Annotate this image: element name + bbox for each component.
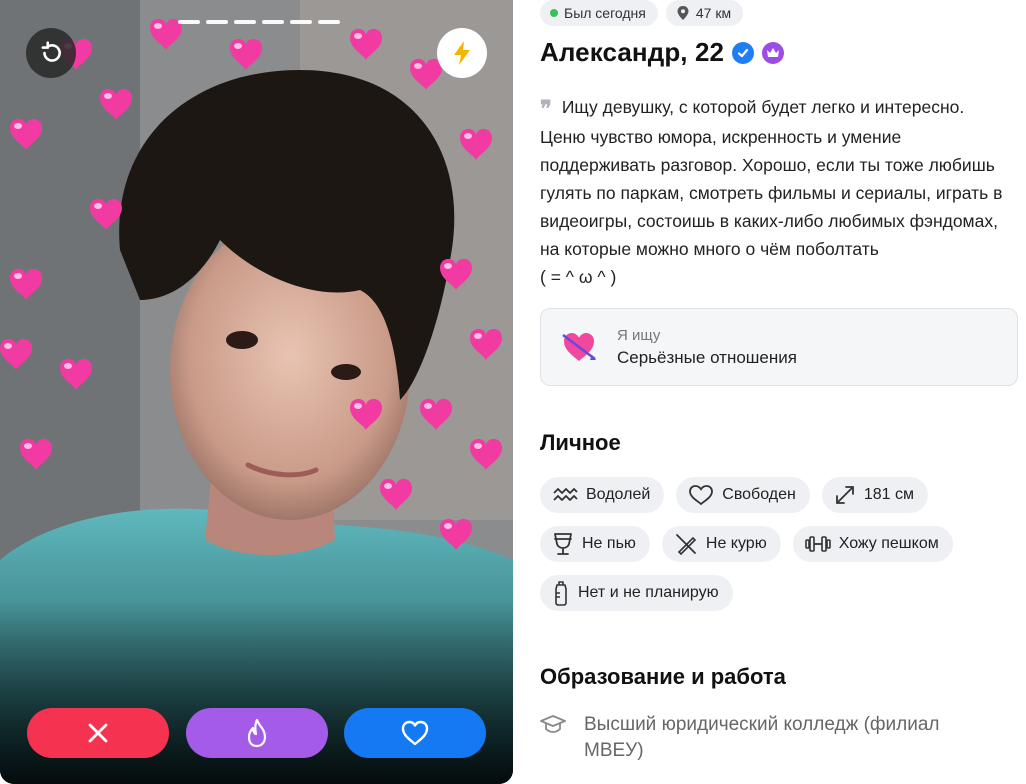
baby-bottle-icon	[555, 581, 567, 606]
bio-line: видеоигры, состоишь в каких-либо любимых…	[540, 211, 998, 231]
heart-arrow-icon	[562, 333, 596, 361]
bio: ❞ Ищу девушку, с которой будет легко и ин…	[540, 93, 1020, 291]
no-smoking-icon	[676, 534, 697, 556]
bio-line: гулять по паркам, смотреть фильмы и сери…	[540, 183, 1003, 203]
bio-line: ( = ^ ω ^ )	[540, 267, 617, 287]
photo-progress-segment[interactable]	[262, 20, 284, 24]
undo-icon	[41, 41, 61, 62]
close-icon	[88, 723, 108, 743]
tag-height: 181 см	[821, 477, 928, 513]
premium-crown-icon	[762, 41, 785, 64]
photo-progress-segment[interactable]	[206, 20, 228, 24]
tag-children: Нет и не планирую	[540, 575, 733, 611]
education-section-title: Образование и работа	[540, 664, 786, 689]
boost-button[interactable]	[437, 28, 487, 78]
undo-button[interactable]	[26, 28, 76, 78]
looking-for-title: Я ищу	[617, 326, 661, 344]
bio-line: ❞ Ищу девушку, с которой будет легко и ин…	[540, 96, 965, 121]
distance-text: 47 км	[695, 5, 732, 21]
last-seen-text: Был сегодня	[564, 5, 646, 21]
bio-line: Ценю чувство юмора, искренность и умение	[540, 127, 902, 147]
superlike-button[interactable]	[186, 708, 328, 758]
heart-outline-icon	[689, 485, 714, 506]
tag-alcohol: Не пью	[540, 526, 650, 562]
quote-icon: ❞	[540, 96, 552, 121]
heart-icon	[401, 720, 429, 746]
graduation-cap-icon	[540, 715, 566, 733]
profile-photo-card[interactable]	[0, 0, 513, 784]
tag-zodiac: Водолей	[540, 477, 665, 513]
flame-icon	[247, 718, 267, 748]
like-button[interactable]	[344, 708, 486, 758]
expand-arrows-icon	[835, 486, 854, 504]
last-seen-chip: Был сегодня	[540, 0, 658, 26]
photo-progress-segment[interactable]	[318, 20, 340, 24]
bio-line: на которые можно много о чём поболтать	[540, 239, 879, 259]
dumbbell-icon	[804, 536, 831, 552]
online-dot-icon	[550, 9, 558, 17]
bio-line: поддерживать разговор. Хорошо, если ты т…	[540, 155, 995, 175]
personal-tags: Водолей Свободен 181 см Не пью Не курю Х…	[540, 477, 1020, 611]
location-pin-icon	[677, 6, 689, 20]
photo-progress-segment[interactable]	[178, 20, 200, 24]
name-row: Александр, 22	[540, 37, 785, 68]
looking-for-value: Серьёзные отношения	[617, 347, 797, 367]
lightning-icon	[454, 41, 470, 65]
tag-relationship: Свободен	[676, 477, 810, 513]
distance-chip: 47 км	[665, 0, 744, 26]
verified-badge-icon	[732, 41, 755, 64]
status-chips: Был сегодня 47 км	[540, 0, 744, 26]
photo-progress	[178, 20, 340, 24]
personal-section-title: Личное	[540, 430, 621, 455]
aquarius-icon	[553, 488, 578, 501]
tag-smoking: Не курю	[661, 526, 781, 562]
tag-sport: Хожу пешком	[792, 526, 953, 562]
looking-for-card: Я ищу Серьёзные отношения	[540, 308, 1018, 386]
dislike-button[interactable]	[27, 708, 169, 758]
photo-progress-segment[interactable]	[290, 20, 312, 24]
education-item: Высший юридический колледж (филиал МВЕУ)	[540, 712, 1004, 764]
education-text: Высший юридический колледж (филиал МВЕУ)	[584, 714, 940, 761]
glass-icon	[554, 533, 572, 555]
profile-photo	[0, 0, 513, 784]
photo-progress-segment[interactable]	[234, 20, 256, 24]
profile-name: Александр, 22	[540, 37, 725, 67]
